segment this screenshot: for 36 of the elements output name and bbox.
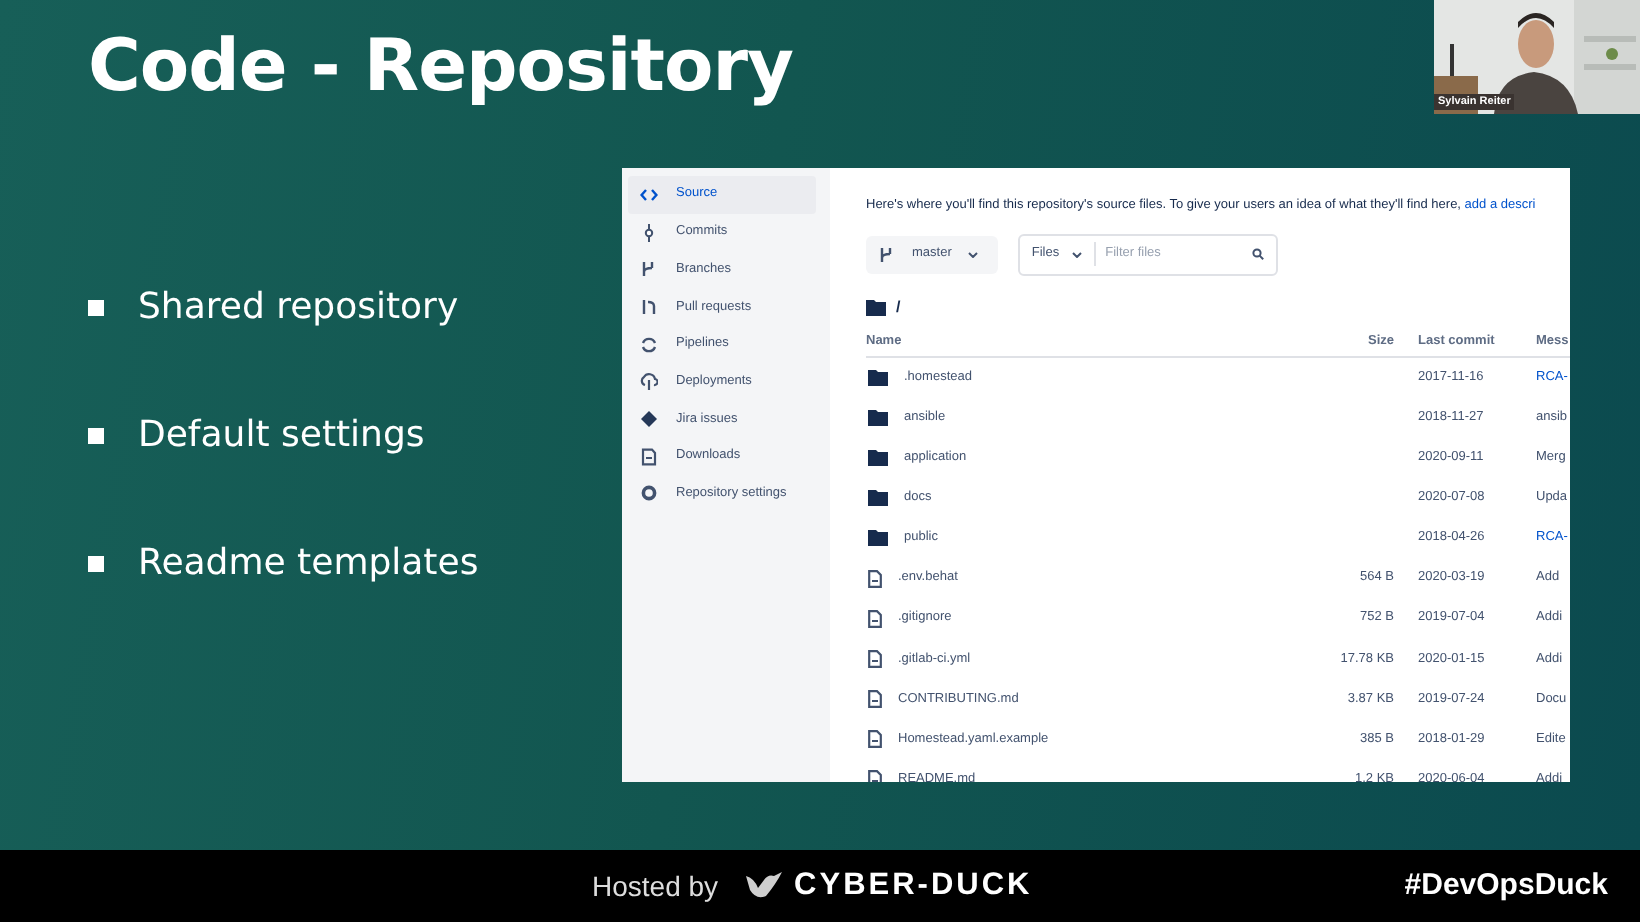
branch-icon bbox=[878, 245, 896, 264]
file-icon bbox=[868, 569, 882, 588]
hashtag-text: #DevOpsDuck bbox=[1404, 865, 1608, 906]
bullet-text: Shared repository bbox=[138, 284, 459, 332]
bullet-icon bbox=[88, 427, 104, 443]
folder-icon bbox=[866, 299, 886, 316]
caret-icon bbox=[1071, 251, 1082, 258]
folder-icon bbox=[868, 409, 888, 426]
file-icon bbox=[868, 690, 882, 709]
sidebar-icon bbox=[640, 447, 658, 466]
file-icon bbox=[868, 730, 882, 749]
folder-icon bbox=[868, 370, 888, 387]
bullet-text: Default settings bbox=[138, 412, 425, 460]
sidebar-icon bbox=[640, 297, 658, 316]
sidebar-icon bbox=[640, 372, 658, 391]
slide-title: Code - Repository bbox=[88, 24, 793, 111]
caret-icon bbox=[967, 251, 978, 258]
brand-name: CYBER-DUCK bbox=[794, 866, 1033, 907]
folder-icon bbox=[868, 449, 888, 466]
sidebar-icon bbox=[640, 409, 658, 428]
folder-icon bbox=[868, 490, 888, 507]
bullet-icon bbox=[88, 555, 104, 571]
sidebar-icon bbox=[640, 260, 658, 279]
file-icon bbox=[868, 609, 882, 628]
logo-icon bbox=[746, 872, 783, 900]
bullet-icon bbox=[88, 299, 104, 315]
search-icon bbox=[1251, 248, 1264, 261]
folder-icon bbox=[868, 530, 888, 547]
path-text: / bbox=[896, 295, 901, 320]
file-icon bbox=[868, 649, 882, 668]
sidebar-icon bbox=[640, 484, 658, 503]
sidebar-icon bbox=[640, 185, 658, 204]
hosted-by-text: Hosted by bbox=[592, 867, 719, 906]
sidebar-icon bbox=[640, 223, 658, 242]
bullet-text: Readme templates bbox=[138, 540, 479, 588]
sidebar-icon bbox=[640, 335, 658, 354]
